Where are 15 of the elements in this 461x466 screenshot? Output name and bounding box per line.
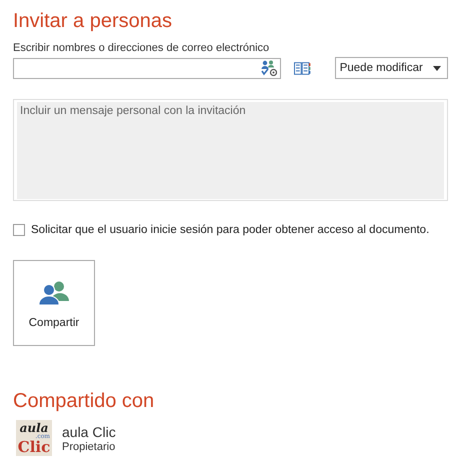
person-name: aula Clic (62, 424, 116, 440)
field-label: Escribir nombres o direcciones de correo electrónico (13, 42, 270, 54)
address-book-icon[interactable] (294, 62, 311, 74)
checkbox-label: Solicitar que el usuario inicie sesión para poder obtener acceso al documento. (31, 224, 430, 236)
person-role: Propietario (62, 440, 116, 452)
share-button[interactable]: Compartir (13, 260, 95, 346)
permission-dropdown[interactable]: Puede modificar (334, 57, 448, 79)
recipients-field[interactable] (13, 58, 282, 78)
message-field[interactable]: Incluir un mensaje personal con la invitación (13, 99, 448, 201)
caret-icon (433, 66, 441, 70)
signin-checkbox[interactable] (13, 224, 25, 236)
people-icon (38, 281, 70, 305)
section-title: Compartido con (13, 389, 156, 414)
people-check-icon[interactable] (261, 60, 278, 76)
page-title: Invitar a personas (13, 9, 173, 34)
